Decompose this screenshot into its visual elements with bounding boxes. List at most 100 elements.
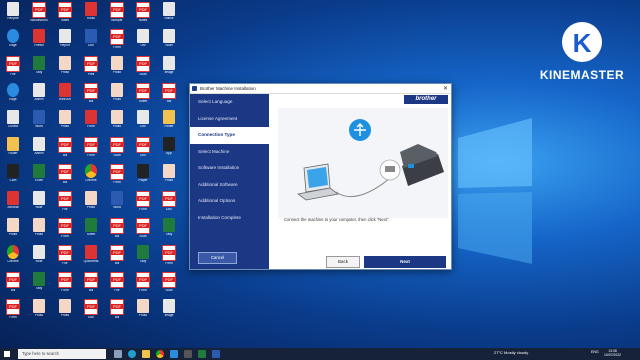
desktop-icon[interactable]: Folder (2, 137, 24, 161)
desktop-icon[interactable]: Photo (106, 110, 128, 134)
desktop-icon[interactable]: Form (132, 272, 154, 296)
desktop-icon[interactable]: Print (80, 56, 102, 80)
store-icon[interactable] (184, 350, 192, 358)
back-button[interactable]: Back (326, 256, 360, 268)
desktop-icon[interactable]: Player (132, 164, 154, 188)
desktop-icon[interactable]: Notice (158, 2, 180, 26)
desktop-icon[interactable]: Sales (54, 2, 76, 26)
desktop-icon[interactable]: Scan (132, 218, 154, 242)
desktop-icon[interactable]: Scan (158, 29, 180, 53)
desktop-icon[interactable]: Bill (54, 164, 76, 188)
desktop-icon[interactable]: WinRAR (54, 83, 76, 107)
desktop-icon[interactable]: QuickHeal (80, 245, 102, 269)
weather-widget[interactable]: 27°C Mostly cloudy (494, 350, 528, 355)
desktop-icon[interactable]: App (158, 137, 180, 161)
desktop-icon[interactable]: Bill (106, 218, 128, 242)
desktop-icon[interactable]: Edge (2, 83, 24, 107)
desktop-icon[interactable]: Doc (80, 299, 102, 323)
desktop-icon[interactable]: Scan (106, 137, 128, 161)
desktop-icon[interactable]: Admin (28, 83, 50, 107)
chrome-icon[interactable] (156, 350, 164, 358)
desktop-icon[interactable]: Sheet (80, 218, 102, 242)
explorer-icon[interactable] (142, 350, 150, 358)
desktop-icon[interactable]: Form (106, 29, 128, 53)
desktop-icon[interactable]: Photo (54, 299, 76, 323)
desktop-icon[interactable]: Photo (106, 83, 128, 107)
desktop-icon[interactable]: Form (2, 299, 24, 323)
word-icon[interactable] (212, 350, 220, 358)
desktop-icon[interactable]: Chrome (2, 245, 24, 269)
desktop-icon[interactable]: Image (158, 299, 180, 323)
desktop-icon[interactable]: Bill (80, 83, 102, 107)
mail-icon[interactable] (170, 350, 178, 358)
desktop-icon[interactable]: Sheet (132, 83, 154, 107)
excel-icon[interactable] (198, 350, 206, 358)
desktop-icon[interactable]: Photo (28, 218, 50, 242)
desktop-icon[interactable]: Photo (28, 299, 50, 323)
desktop-icon[interactable]: Photo (54, 110, 76, 134)
desktop-icon[interactable]: Word (106, 191, 128, 215)
desktop-icon[interactable]: Photo (54, 56, 76, 80)
desktop-icon[interactable]: Form (80, 110, 102, 134)
desktop-icon[interactable]: Bill (54, 137, 76, 161)
desktop-icon[interactable]: Bill (80, 272, 102, 296)
desktop-icon[interactable]: Form (106, 164, 128, 188)
desktop-icon[interactable]: Cam (2, 164, 24, 188)
desktop-icon[interactable]: Note (28, 191, 50, 215)
desktop-icon[interactable]: File (2, 56, 24, 80)
desktop-icon[interactable]: Form (54, 218, 76, 242)
desktop-icon[interactable]: Form (54, 272, 76, 296)
desktop-icon[interactable]: Tally (28, 56, 50, 80)
desktop-icon[interactable]: Doc (132, 137, 154, 161)
desktop-icon[interactable]: Note (28, 245, 50, 269)
desktop-icon[interactable]: Form (158, 245, 180, 269)
desktop-icon[interactable]: Report (54, 29, 76, 53)
desktop-icon[interactable]: Admin (28, 137, 50, 161)
desktop-icon[interactable]: Doc (80, 29, 102, 53)
desktop-icon[interactable]: Edge (2, 29, 24, 53)
desktop-icon[interactable]: Photo (2, 218, 24, 242)
language-indicator[interactable]: ENG (591, 350, 599, 354)
desktop-icon[interactable]: Folder (158, 110, 180, 134)
desktop-icon[interactable]: Acrobat (2, 191, 24, 215)
search-box[interactable]: Type here to search (18, 349, 106, 359)
desktop-icon[interactable]: Form (80, 137, 102, 161)
desktop-icon[interactable]: Photo (106, 56, 128, 80)
desktop-icon[interactable]: Scan (158, 272, 180, 296)
desktop-icon[interactable]: Bumper (106, 2, 128, 26)
desktop-icon[interactable]: Photo (80, 191, 102, 215)
clock[interactable]: 13:08 10/07/2022 (604, 349, 621, 358)
desktop-icon[interactable]: Excel (28, 164, 50, 188)
close-button[interactable]: ✕ (443, 85, 448, 92)
start-button[interactable] (4, 351, 10, 357)
desktop-icon[interactable]: File (54, 191, 76, 215)
desktop-icon[interactable]: Firefox (28, 29, 50, 53)
desktop-icon[interactable]: Tally (158, 218, 180, 242)
desktop-icon[interactable]: Photo (158, 164, 180, 188)
desktop-icon[interactable]: Recycle (2, 2, 24, 26)
desktop-icon[interactable]: Bill (106, 245, 128, 269)
desktop-icon[interactable]: Bill (2, 272, 24, 296)
desktop-icon[interactable]: Photo (132, 299, 154, 323)
desktop-icon[interactable]: Notes (132, 2, 154, 26)
desktop-icon[interactable]: Tally (28, 272, 50, 296)
desktop-icon[interactable]: Bloodhound (28, 2, 50, 26)
title-bar[interactable]: Brother Machine Installation ✕ (190, 84, 451, 94)
desktop-icon[interactable]: Chrome (80, 164, 102, 188)
desktop-icon[interactable]: File (54, 245, 76, 269)
next-button[interactable]: Next (364, 256, 446, 268)
edge-icon[interactable] (128, 350, 136, 358)
desktop-icon[interactable]: Control (2, 110, 24, 134)
desktop-icon[interactable]: Bill (106, 299, 128, 323)
desktop-icon[interactable]: Scan (132, 56, 154, 80)
desktop-icon[interactable]: Form (132, 191, 154, 215)
desktop-icon[interactable]: File (106, 272, 128, 296)
desktop-icon[interactable]: Image (158, 56, 180, 80)
desktop-icon[interactable]: Doc (158, 191, 180, 215)
task-view-icon[interactable] (114, 350, 122, 358)
desktop-icon[interactable]: Kiosk (80, 2, 102, 26)
desktop-icon[interactable]: List (132, 29, 154, 53)
desktop-icon[interactable]: Doc (132, 110, 154, 134)
desktop-icon[interactable]: Tally (132, 245, 154, 269)
cancel-button[interactable]: Cancel (198, 252, 237, 264)
